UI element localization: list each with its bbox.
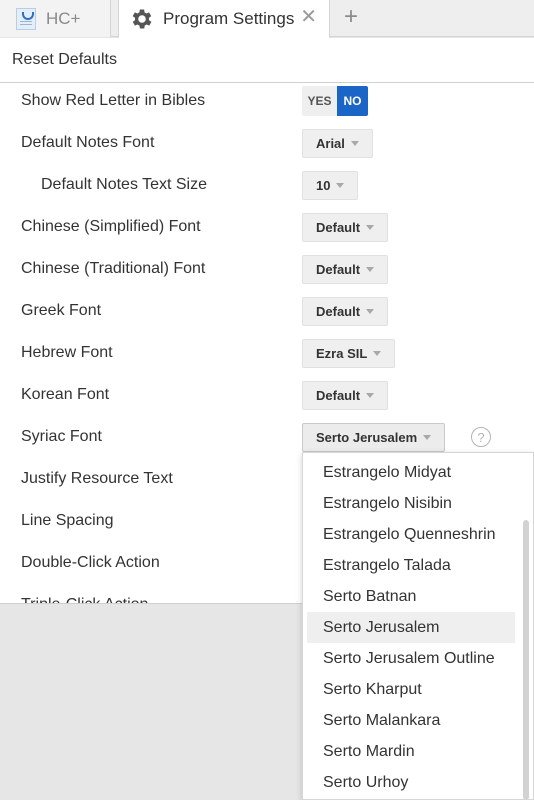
chevron-down-icon xyxy=(366,309,375,314)
option-label: Estrangelo Nisibin xyxy=(323,494,452,512)
close-icon[interactable]: ✕ xyxy=(300,7,317,27)
list-item[interactable]: Serto Mardin xyxy=(307,736,515,767)
setting-label: Double-Click Action xyxy=(21,554,160,571)
notes-size-dropdown[interactable]: 10 xyxy=(302,171,359,200)
setting-chinese-traditional: Chinese (Traditional) Font Default xyxy=(0,248,534,290)
dropdown-value: Default xyxy=(316,262,361,277)
chevron-down-icon xyxy=(373,351,382,356)
chinese-simplified-dropdown[interactable]: Default xyxy=(302,213,389,242)
tab-program-settings-label: Program Settings xyxy=(163,9,295,28)
chevron-down-icon xyxy=(336,183,345,188)
dropdown-value: Arial xyxy=(316,136,345,151)
setting-label: Chinese (Traditional) Font xyxy=(21,260,206,277)
tab-hc-label: HC+ xyxy=(46,8,81,28)
no-option[interactable]: NO xyxy=(337,86,368,116)
notes-font-dropdown[interactable]: Arial xyxy=(302,129,373,158)
list-item[interactable]: Estrangelo Talada xyxy=(307,550,515,581)
list-item[interactable]: Serto Urhoy xyxy=(307,767,515,798)
setting-label: Korean Font xyxy=(21,386,110,403)
option-label: Estrangelo Quenneshrin xyxy=(323,525,496,543)
hebrew-font-dropdown[interactable]: Ezra SIL xyxy=(302,339,396,368)
list-item[interactable]: Estrangelo Nisibin xyxy=(307,488,515,519)
option-label: Serto Jerusalem Outline xyxy=(323,649,495,667)
setting-label: Hebrew Font xyxy=(21,344,113,361)
option-label: Estrangelo Talada xyxy=(323,556,451,574)
list-item-selected[interactable]: Serto Jerusalem xyxy=(307,612,515,643)
setting-label: Greek Font xyxy=(21,302,102,319)
setting-label: Default Notes Text Size xyxy=(41,176,208,193)
setting-greek: Greek Font Default xyxy=(0,290,534,332)
dropdown-value: Serto Jerusalem xyxy=(316,430,418,445)
list-item[interactable]: Estrangelo Midyat xyxy=(307,457,515,488)
setting-label: Syriac Font xyxy=(21,428,102,445)
setting-label: Line Spacing xyxy=(21,512,114,529)
reset-defaults-button[interactable]: Reset Defaults xyxy=(12,51,117,69)
dropdown-value: Default xyxy=(316,388,361,403)
setting-korean: Korean Font Default xyxy=(0,374,534,416)
dropdown-value: Default xyxy=(316,220,361,235)
setting-label: Triple-Click Action xyxy=(21,596,148,603)
setting-notes-font: Default Notes Font Arial xyxy=(0,122,534,164)
syriac-font-options-list: Estrangelo Midyat Estrangelo Nisibin Est… xyxy=(302,452,534,800)
help-icon[interactable]: ? xyxy=(471,427,491,447)
setting-hebrew: Hebrew Font Ezra SIL xyxy=(0,332,534,374)
setting-chinese-simplified: Chinese (Simplified) Font Default xyxy=(0,206,534,248)
tab-hc[interactable]: HC+ xyxy=(0,0,111,37)
red-letter-toggle: YES NO xyxy=(302,86,368,116)
list-item[interactable]: Serto Kharput xyxy=(307,674,515,705)
list-item[interactable]: Serto Jerusalem Outline xyxy=(307,643,515,674)
chevron-down-icon xyxy=(366,267,375,272)
dropdown-value: 10 xyxy=(316,178,331,193)
chinese-traditional-dropdown[interactable]: Default xyxy=(302,255,389,284)
option-label: Serto Mardin xyxy=(323,742,415,760)
chevron-down-icon xyxy=(366,393,375,398)
setting-label: Show Red Letter in Bibles xyxy=(21,92,206,109)
chevron-down-icon xyxy=(350,141,359,146)
tab-program-settings[interactable]: Program Settings ✕ xyxy=(118,0,330,38)
option-label: Serto Malankara xyxy=(323,711,441,729)
list-item[interactable]: Serto Malankara xyxy=(307,705,515,736)
setting-label: Justify Resource Text xyxy=(21,470,173,487)
option-label: Estrangelo Midyat xyxy=(323,463,452,481)
setting-red-letter: Show Red Letter in Bibles YES NO xyxy=(0,80,534,122)
yes-option[interactable]: YES xyxy=(302,86,337,116)
gear-icon xyxy=(132,9,152,29)
settings-toolbar: Reset Defaults xyxy=(0,38,534,83)
chevron-down-icon xyxy=(423,435,432,440)
list-item[interactable]: Estrangelo Quenneshrin xyxy=(307,519,515,550)
document-logo-icon xyxy=(16,7,36,30)
chevron-down-icon xyxy=(366,225,375,230)
dropdown-value: Default xyxy=(316,304,361,319)
syriac-font-dropdown[interactable]: Serto Jerusalem xyxy=(302,423,446,452)
scrollbar[interactable] xyxy=(523,520,529,799)
dropdown-value: Ezra SIL xyxy=(316,346,368,361)
option-label: Serto Batnan xyxy=(323,587,417,605)
greek-font-dropdown[interactable]: Default xyxy=(302,297,389,326)
tab-strip: HC+ Program Settings ✕ + xyxy=(0,0,534,38)
list-item[interactable]: Serto Batnan xyxy=(307,581,515,612)
option-label: Serto Kharput xyxy=(323,680,422,698)
option-label: Serto Urhoy xyxy=(323,773,409,791)
add-tab-button[interactable]: + xyxy=(344,4,358,30)
setting-label: Default Notes Font xyxy=(21,134,155,151)
option-label: Serto Jerusalem xyxy=(323,618,440,636)
korean-font-dropdown[interactable]: Default xyxy=(302,381,389,410)
setting-label: Chinese (Simplified) Font xyxy=(21,218,201,235)
setting-notes-size: Default Notes Text Size 10 xyxy=(0,164,534,206)
